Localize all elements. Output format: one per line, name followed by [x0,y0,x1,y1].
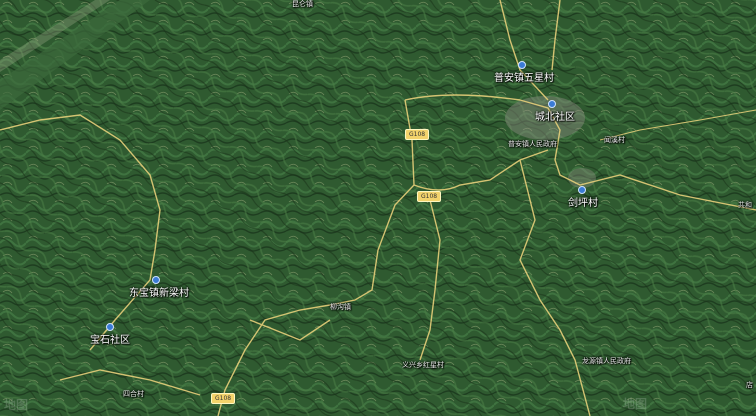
place-label-wuxing[interactable]: 普安镇五星村 [494,69,554,84]
place-label-dianzi: 店 [746,381,753,389]
terrain-layer [0,0,756,416]
place-label-jianping[interactable]: 剑坪村 [568,194,598,209]
poi-jianping-marker[interactable] [578,186,586,194]
place-label-top-town: 昆仑镇 [292,0,313,8]
place-label-yixing: 义兴乡红星村 [402,361,444,369]
place-label-baoshi[interactable]: 宝石社区 [90,331,130,346]
poi-chengbei-marker[interactable] [548,100,556,108]
poi-wuxing-marker[interactable] [518,61,526,69]
place-label-chengbei[interactable]: 城北社区 [535,108,575,123]
poi-xinliang-marker[interactable] [152,276,160,284]
place-label-xinliang[interactable]: 东宝镇新梁村 [129,284,189,299]
place-label-gongshe: 共和 [738,201,752,209]
place-label-longyuan-gov: 龙源镇人民政府 [582,357,631,365]
map-watermark-left: 地图 [4,398,29,412]
place-label-puan-gov: 普安镇人民政府 [508,140,557,148]
place-label-liangou: 柳沟镇 [330,303,351,311]
place-label-minzhu: 闻溪村 [604,136,625,144]
map-watermark-right: 地图 [623,397,648,411]
road-shield-bottom: G108 [211,393,236,404]
road-shield-s302: G108 [417,191,442,202]
road-shield-g108: G108 [405,129,430,140]
poi-baoshi-marker[interactable] [106,323,114,331]
place-label-sihe: 四合村 [123,390,144,398]
satellite-map[interactable]: 昆仑镇 普安镇五星村 城北社区 普安镇人民政府 闻溪村 剑坪村 共和 东宝镇新梁… [0,0,756,416]
